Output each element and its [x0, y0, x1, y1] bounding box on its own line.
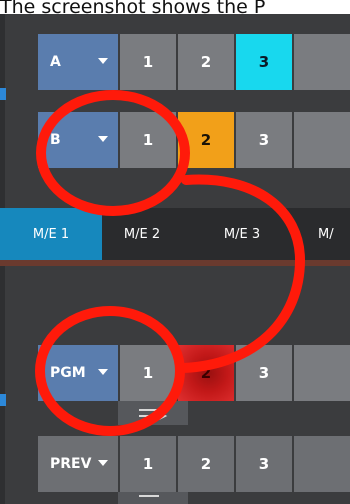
row-pgm-button-4[interactable] — [294, 345, 350, 401]
button-label: 3 — [258, 455, 270, 473]
tab-me-2[interactable]: M/E 2 — [102, 208, 182, 260]
chevron-down-icon — [98, 136, 108, 142]
row-a: A 1 2 3 — [38, 34, 350, 90]
row-b-button-3[interactable]: 3 — [236, 112, 292, 168]
button-label: 2 — [200, 53, 212, 71]
row-a-selector[interactable]: A — [38, 34, 118, 90]
tab-me-1[interactable]: M/E 1 — [0, 208, 102, 260]
row-a-selector-label: A — [50, 54, 61, 70]
tab-me-3[interactable]: M/E 3 — [202, 208, 282, 260]
row-prev: PREV 1 2 3 — [38, 436, 350, 492]
row-prev-button-4[interactable] — [294, 436, 350, 492]
row-b: B 1 2 3 — [38, 112, 350, 168]
tab-label: M/E 2 — [123, 226, 161, 242]
button-label: 1 — [142, 455, 154, 473]
tab-me-4[interactable]: M/ — [318, 208, 350, 260]
chevron-down-icon — [98, 460, 108, 466]
chevron-down-icon — [98, 369, 108, 375]
button-label: 3 — [258, 364, 270, 382]
button-label: 1 — [142, 53, 154, 71]
row-prev-button-3[interactable]: 3 — [236, 436, 292, 492]
row-b-button-2[interactable]: 2 — [178, 112, 234, 168]
button-label: 3 — [258, 53, 270, 71]
row-a-button-1[interactable]: 1 — [120, 34, 176, 90]
row-b-selector-label: B — [50, 132, 61, 148]
row-marker — [0, 394, 6, 406]
button-label: 2 — [200, 364, 212, 382]
tab-underline — [0, 260, 350, 266]
row-pgm: PGM 1 2 3 — [38, 345, 350, 401]
button-label: 1 — [142, 131, 154, 149]
row-a-button-3[interactable]: 3 — [236, 34, 292, 90]
transition-arrow-icon — [139, 409, 168, 420]
row-prev-button-1[interactable]: 1 — [120, 436, 176, 492]
button-label: 3 — [258, 131, 270, 149]
button-label: 2 — [200, 455, 212, 473]
row-pgm-button-3[interactable]: 3 — [236, 345, 292, 401]
me-tab-bar: M/E 1 M/E 2 M/E 3 M/ — [0, 208, 350, 260]
tab-label: M/ — [318, 226, 334, 242]
row-b-button-1[interactable]: 1 — [120, 112, 176, 168]
pgm-transition-indicator — [118, 401, 188, 425]
row-marker — [0, 88, 6, 100]
row-a-button-4[interactable] — [294, 34, 350, 90]
row-b-selector[interactable]: B — [38, 112, 118, 168]
row-prev-selector-label: PREV — [50, 456, 92, 472]
chevron-down-icon — [98, 58, 108, 64]
button-label: 1 — [142, 364, 154, 382]
row-pgm-selector[interactable]: PGM — [38, 345, 118, 401]
tab-label: M/E 1 — [32, 226, 70, 242]
transition-arrow-icon — [139, 495, 159, 497]
button-label: 2 — [200, 131, 212, 149]
row-prev-selector[interactable]: PREV — [38, 436, 118, 492]
prev-transition-indicator — [118, 492, 188, 504]
row-pgm-selector-label: PGM — [50, 365, 86, 381]
row-pgm-button-2[interactable]: 2 — [178, 345, 234, 401]
tab-label: M/E 3 — [223, 226, 261, 242]
row-a-button-2[interactable]: 2 — [178, 34, 234, 90]
row-prev-button-2[interactable]: 2 — [178, 436, 234, 492]
row-pgm-button-1[interactable]: 1 — [120, 345, 176, 401]
row-b-button-4[interactable] — [294, 112, 350, 168]
